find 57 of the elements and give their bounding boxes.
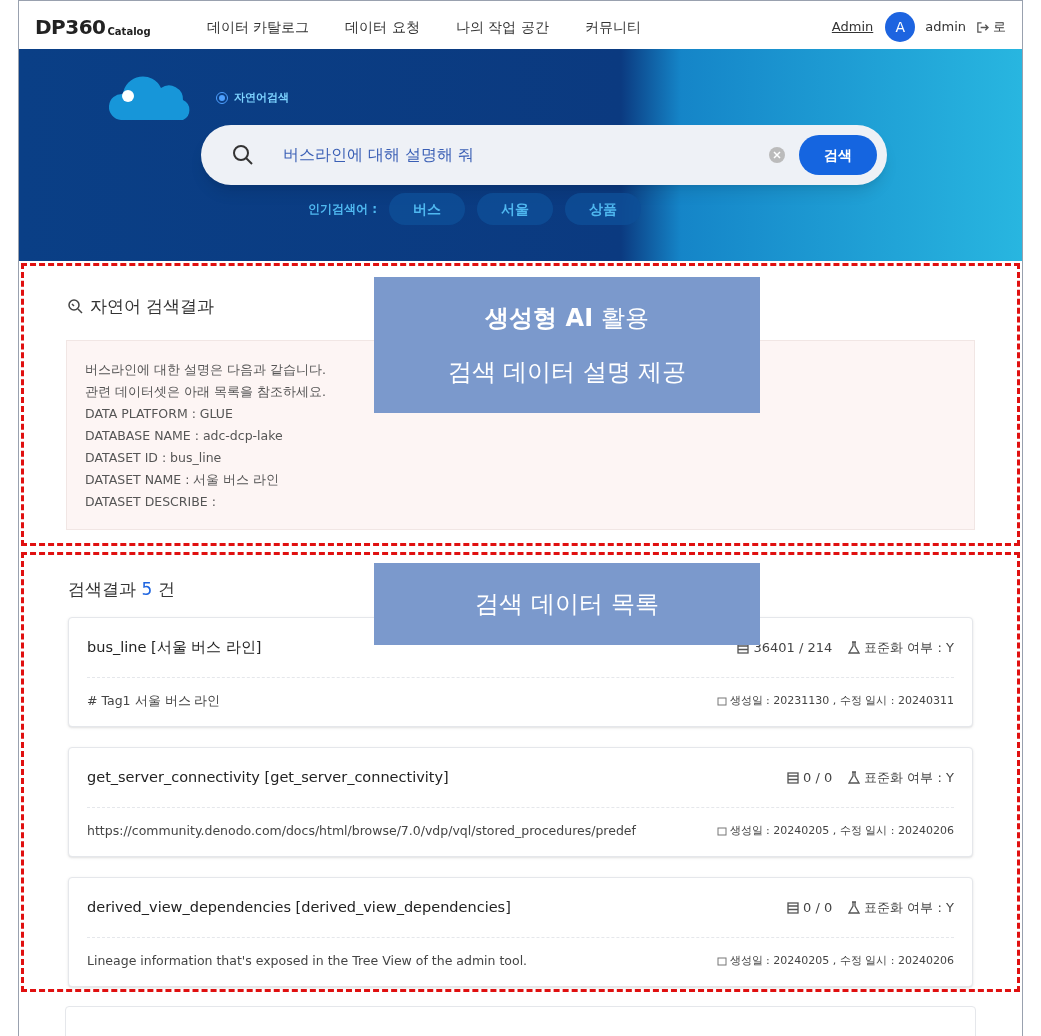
nav-link[interactable]: 나의 작업 공간 bbox=[455, 16, 549, 38]
table-icon bbox=[787, 771, 800, 784]
logo[interactable]: DP360 Catalog bbox=[35, 12, 207, 42]
dataset-description: Lineage information that's exposed in the Tree View of the admin tool. bbox=[87, 951, 528, 970]
answer-line: 관련 데이터셋은 아래 목록을 참조하세요. bbox=[85, 382, 326, 401]
record-count: 0 / 0 bbox=[803, 898, 833, 917]
annotation-text: 검색 데이터 설명 제공 bbox=[447, 357, 687, 388]
logout-link[interactable]: 로 bbox=[976, 17, 1006, 37]
avatar[interactable]: A bbox=[885, 12, 916, 42]
annotation-text: 생성형 AI 활용 bbox=[485, 303, 649, 334]
popular-tag[interactable]: 상품 bbox=[565, 193, 641, 225]
nav-link[interactable]: 데이터 카탈로그 bbox=[207, 16, 310, 38]
answer-line: DATASET DESCRIBE : bbox=[85, 492, 216, 511]
section-title: 자연어 검색결과 bbox=[90, 295, 215, 318]
search-mode-label: 자연어검색 bbox=[234, 89, 289, 106]
result-card[interactable]: derived_view_dependencies [derived_view_dependencies] 0 / 0 표준화 여부 : Y Lineage information that's exposed in the Tree View of the admin tool. 생성일 : 20240205 , 수정 일시 : 20240206 bbox=[68, 877, 973, 987]
logout-icon bbox=[976, 20, 989, 34]
search-button[interactable]: 검색 bbox=[799, 135, 877, 175]
search-icon bbox=[66, 297, 84, 316]
popular-tag[interactable]: 서울 bbox=[477, 193, 553, 225]
flask-icon bbox=[848, 771, 861, 784]
answer-line: DATASET ID : bus_line bbox=[85, 448, 222, 467]
dataset-description: https://community.denodo.com/docs/html/browse/7.0/vdp/vql/stored_procedures/predef bbox=[87, 821, 636, 840]
nav-link[interactable]: 데이터 요청 bbox=[345, 16, 420, 38]
record-count: 0 / 0 bbox=[803, 768, 833, 787]
nav-link[interactable]: 커뮤니티 bbox=[584, 16, 641, 38]
calendar-icon bbox=[716, 696, 727, 706]
standardization-status: 표준화 여부 : Y bbox=[864, 898, 954, 917]
result-card[interactable]: get_server_connectivity [get_server_connectivity] 0 / 0 표준화 여부 : Y https://community.denodo.com/docs/html/browse/7.0/vdp/vql/stored_procedures/predef 생성일 : 20240205 , 수정 일시 : 20240206 bbox=[68, 747, 973, 857]
record-count: 36401 / 214 bbox=[753, 638, 833, 657]
calendar-icon bbox=[716, 956, 727, 966]
answer-line: DATASET NAME : 서울 버스 라인 bbox=[85, 470, 280, 489]
flask-icon bbox=[848, 901, 861, 914]
answer-line: DATABASE NAME : adc-dcp-lake bbox=[85, 426, 283, 445]
search-field[interactable]: 버스라인에 대해 설명해 줘 검색 bbox=[201, 125, 887, 185]
standardization-status: 표준화 여부 : Y bbox=[864, 768, 954, 787]
table-icon bbox=[787, 901, 800, 914]
standardization-status: 표준화 여부 : Y bbox=[864, 638, 954, 657]
username: admin bbox=[925, 18, 966, 37]
answer-line: DATA PLATFORM : GLUE bbox=[85, 404, 233, 423]
calendar-icon bbox=[716, 826, 727, 836]
date-info: 생성일 : 20240205 , 수정 일시 : 20240206 bbox=[729, 952, 954, 969]
result-count: 검색결과 5 건 bbox=[68, 578, 175, 601]
clear-icon bbox=[769, 147, 785, 163]
date-info: 생성일 : 20231130 , 수정 일시 : 20240311 bbox=[729, 692, 954, 709]
answer-line: 버스라인에 대한 설명은 다음과 같습니다. bbox=[85, 360, 326, 379]
annotation-text: 검색 데이터 목록 bbox=[475, 589, 659, 620]
popular-label: 인기검색어 : bbox=[308, 201, 377, 218]
date-info: 생성일 : 20240205 , 수정 일시 : 20240206 bbox=[729, 822, 954, 839]
dataset-description: # Tag1 서울 버스 라인 bbox=[87, 691, 221, 710]
dataset-title[interactable]: bus_line [서울 버스 라인] bbox=[87, 636, 262, 659]
dataset-title[interactable]: get_server_connectivity [get_server_connectivity] bbox=[87, 766, 449, 789]
admin-link[interactable]: Admin bbox=[831, 17, 874, 37]
dataset-title[interactable]: derived_view_dependencies [derived_view_dependencies] bbox=[87, 896, 511, 919]
popular-tag[interactable]: 버스 bbox=[389, 193, 465, 225]
search-icon bbox=[231, 143, 255, 167]
flask-icon bbox=[848, 641, 861, 654]
